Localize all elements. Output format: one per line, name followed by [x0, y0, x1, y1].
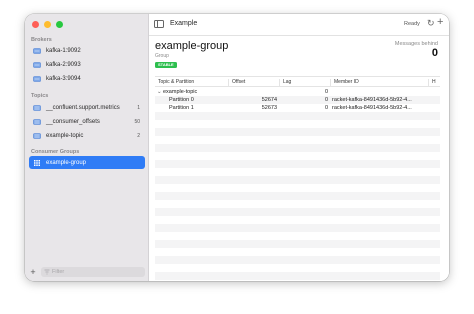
table-row[interactable]: Partition 0 52674 0 racket-kafka-8491436…	[155, 96, 440, 104]
partition-count: 1	[137, 104, 140, 111]
filter-placeholder: Filter	[52, 268, 65, 275]
empty-row	[155, 176, 440, 184]
sidebar-item-label: __consumer_offsets	[46, 118, 100, 125]
reload-icon[interactable]: ↻	[427, 18, 435, 28]
topic-cell: example-topic	[163, 89, 198, 95]
partition-count: 2	[137, 132, 140, 139]
messages-behind-value: 0	[431, 47, 438, 59]
member-id-cell: racket-kafka-8491436d-5b92-4...	[332, 97, 412, 103]
window-title: Example	[170, 20, 198, 27]
maximize-window-button[interactable]	[56, 21, 63, 28]
toolbar: Example Ready ↻ +	[149, 14, 449, 36]
empty-row	[155, 112, 440, 120]
column-header-offset[interactable]: Offset	[228, 79, 279, 87]
disclosure-chevron-icon[interactable]: ⌄	[157, 88, 162, 96]
empty-row	[155, 272, 440, 280]
partition-count: 50	[134, 118, 140, 125]
empty-row	[155, 192, 440, 200]
lag-cell: 0	[324, 105, 328, 111]
topic-cell: Partition 0	[169, 97, 194, 103]
column-header-member-id[interactable]: Member ID	[330, 79, 428, 87]
sidebar-item-topic-metrics[interactable]: __confluent.support.metrics 1	[29, 101, 145, 114]
add-icon[interactable]: +	[29, 267, 37, 276]
member-id-cell: racket-kafka-8491436d-5b92-4...	[332, 105, 412, 111]
sidebar-item-label: __confluent.support.metrics	[46, 104, 120, 111]
grid-icon	[32, 159, 41, 166]
filter-input[interactable]: Filter	[41, 266, 145, 277]
empty-row	[155, 144, 440, 152]
sidebar-item-label: kafka-2:9093	[46, 61, 81, 68]
empty-row	[155, 224, 440, 232]
sidebar-item-label: kafka-3:9094	[46, 75, 81, 82]
page-title: example-group	[155, 40, 229, 52]
empty-row	[155, 232, 440, 240]
empty-row	[155, 256, 440, 264]
topic-icon	[32, 118, 41, 125]
offset-cell: 52673	[261, 105, 277, 111]
sidebar-toggle-icon[interactable]	[154, 20, 164, 28]
table-row[interactable]: Partition 1 52673 0 racket-kafka-8491436…	[155, 104, 440, 112]
empty-row	[155, 152, 440, 160]
lag-cell: 0	[324, 89, 328, 95]
status-text: Ready	[404, 21, 420, 27]
offsets-table: Topic & Partition Offset Lag Member ID H…	[155, 76, 440, 281]
sidebar-item-label: example-topic	[46, 132, 84, 139]
filter-icon	[44, 269, 50, 274]
empty-row	[155, 264, 440, 272]
sidebar: Brokers kafka-1:9092 kafka-2:9093 kafka-…	[25, 14, 149, 281]
table-row[interactable]: ⌄ example-topic 0	[155, 88, 440, 96]
topic-cell: Partition 1	[169, 105, 194, 111]
section-header-brokers: Brokers	[31, 37, 52, 43]
empty-row	[155, 240, 440, 248]
column-header-lag[interactable]: Lag	[279, 79, 330, 87]
empty-row	[155, 184, 440, 192]
close-window-button[interactable]	[32, 21, 39, 28]
empty-row	[155, 168, 440, 176]
sidebar-item-broker-3[interactable]: kafka-3:9094	[29, 72, 145, 85]
empty-row	[155, 200, 440, 208]
empty-row	[155, 248, 440, 256]
empty-row	[155, 136, 440, 144]
section-header-topics: Topics	[31, 93, 49, 99]
sidebar-item-broker-2[interactable]: kafka-2:9093	[29, 58, 145, 71]
offset-cell: 52674	[261, 97, 277, 103]
status-badge: STABLE	[155, 62, 177, 68]
sidebar-item-example-group[interactable]: example-group	[29, 156, 145, 169]
sidebar-filter-bar: + Filter	[29, 266, 145, 277]
add-icon[interactable]: +	[437, 16, 443, 28]
sidebar-item-broker-1[interactable]: kafka-1:9092	[29, 44, 145, 57]
minimize-window-button[interactable]	[44, 21, 51, 28]
empty-row	[155, 128, 440, 136]
server-icon	[32, 75, 41, 82]
empty-row	[155, 208, 440, 216]
lag-cell: 0	[324, 97, 328, 103]
table-header: Topic & Partition Offset Lag Member ID H	[155, 76, 440, 87]
topic-icon	[32, 132, 41, 139]
sidebar-item-topic-example[interactable]: example-topic 2	[29, 129, 145, 142]
main-pane: Example Ready ↻ + example-group Group ST…	[149, 14, 449, 281]
page-subtitle: Group	[155, 53, 169, 59]
topic-icon	[32, 104, 41, 111]
empty-row	[155, 160, 440, 168]
sidebar-item-topic-consumer-offsets[interactable]: __consumer_offsets 50	[29, 115, 145, 128]
server-icon	[32, 61, 41, 68]
empty-row	[155, 120, 440, 128]
window-controls	[32, 21, 63, 28]
column-header-topic[interactable]: Topic & Partition	[155, 79, 228, 87]
empty-row	[155, 216, 440, 224]
column-header-host[interactable]: H	[428, 79, 440, 87]
server-icon	[32, 47, 41, 54]
app-window: Brokers kafka-1:9092 kafka-2:9093 kafka-…	[25, 14, 449, 281]
sidebar-item-label: example-group	[46, 159, 87, 166]
section-header-consumer-groups: Consumer Groups	[31, 149, 80, 155]
sidebar-item-label: kafka-1:9092	[46, 47, 81, 54]
